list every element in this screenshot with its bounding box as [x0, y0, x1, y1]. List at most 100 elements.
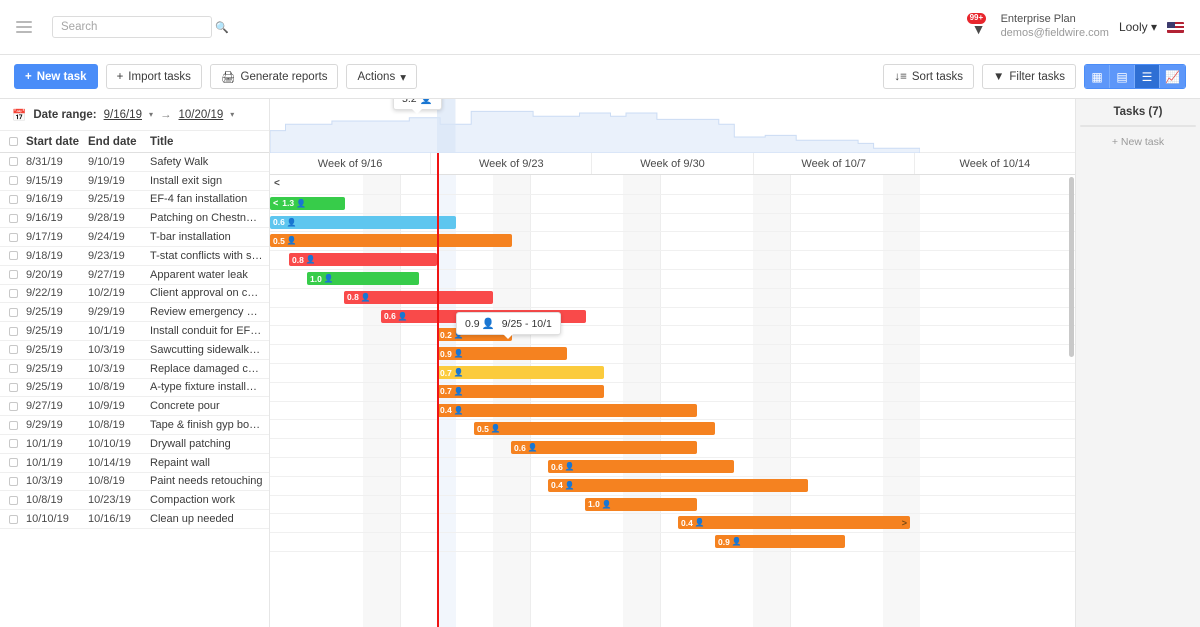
gantt-bar-value: 0.6 — [273, 217, 285, 228]
row-checkbox[interactable] — [0, 420, 26, 430]
column-title[interactable]: Title — [150, 136, 269, 148]
row-checkbox[interactable] — [0, 458, 26, 468]
table-row[interactable]: 9/29/19 10/8/19 Tape & finish gyp board — [0, 416, 269, 435]
gantt-bar[interactable]: 0.9 👤 — [715, 535, 845, 549]
content-area: 📅 Date range: 9/16/19 ▾ → 10/20/19 ▾ Sta… — [0, 99, 1200, 627]
cell-start-date: 8/31/19 — [26, 155, 63, 168]
gantt-bar[interactable]: 1.0 👤 — [585, 497, 697, 511]
gantt-view[interactable]: ☰ — [1135, 65, 1160, 88]
cell-start-date: 9/15/19 — [26, 174, 63, 187]
table-row[interactable]: 10/8/19 10/23/19 Compaction work — [0, 491, 269, 511]
row-checkbox[interactable] — [0, 213, 26, 223]
gantt-bar[interactable]: 0.8 👤 — [344, 290, 493, 304]
table-row[interactable]: 10/3/19 10/8/19 Paint needs retouching — [0, 473, 269, 492]
table-row[interactable]: 9/16/19 9/28/19 Patching on Chestnut Stree… — [0, 209, 269, 229]
row-checkbox[interactable] — [0, 157, 26, 167]
gantt-bar[interactable]: 0.4 👤 > — [678, 516, 910, 530]
table-row[interactable]: 9/25/19 10/3/19 Replace damaged carpet til… — [0, 360, 269, 379]
gantt-row-divider — [270, 551, 1075, 552]
column-end-date[interactable]: End date — [88, 136, 150, 148]
table-row[interactable]: 9/17/19 9/24/19 T-bar installation — [0, 228, 269, 247]
gantt-bar[interactable]: <1.3 👤 — [270, 196, 345, 210]
view-switcher[interactable]: ▦ ▤ ☰ 📈 — [1084, 64, 1186, 89]
gantt-bar[interactable]: 0.7 👤 — [437, 384, 604, 398]
select-all-checkbox[interactable] — [0, 137, 26, 146]
row-checkbox[interactable] — [0, 514, 26, 524]
row-checkbox[interactable] — [0, 270, 26, 280]
person-icon: 👤 — [490, 424, 501, 434]
table-row[interactable]: 9/25/19 10/1/19 Install conduit for EF-4 f… — [0, 322, 269, 341]
row-checkbox[interactable] — [0, 345, 26, 355]
gantt-bar[interactable]: 0.4 👤 — [548, 478, 808, 492]
row-checkbox[interactable] — [0, 194, 26, 204]
search-icon[interactable]: 🔍 — [215, 21, 229, 34]
table-row[interactable]: 9/25/19 10/8/19 A-type fixture installatio… — [0, 379, 269, 398]
gantt-bar[interactable]: 1.0 👤 — [307, 272, 419, 285]
side-new-task-button[interactable]: + New task — [1076, 127, 1200, 157]
table-row[interactable]: 9/25/19 9/29/19 Review emergency egress pl… — [0, 303, 269, 323]
user-menu[interactable]: Looly ▾ — [1119, 20, 1157, 34]
row-checkbox[interactable] — [0, 288, 26, 298]
analytics-view[interactable]: 📈 — [1160, 65, 1185, 88]
new-task-button[interactable]: + New task — [14, 64, 98, 89]
gantt-bar[interactable]: 0.6 👤 — [270, 215, 456, 229]
gantt-bar[interactable]: 0.7 👤 — [437, 366, 604, 379]
table-row[interactable]: 9/25/19 10/3/19 Sawcutting sidewalk in pro… — [0, 341, 269, 360]
date-range-end[interactable]: 10/20/19 — [179, 109, 224, 121]
row-checkbox[interactable] — [0, 382, 26, 392]
row-checkbox[interactable] — [0, 401, 26, 411]
table-row[interactable]: 10/1/19 10/14/19 Repaint wall — [0, 454, 269, 473]
chevron-down-icon[interactable]: ▾ — [149, 110, 153, 119]
notifications[interactable]: ▼ 99+ — [966, 13, 991, 38]
table-row[interactable]: 9/15/19 9/19/19 Install exit sign — [0, 172, 269, 191]
date-range-start[interactable]: 9/16/19 — [104, 109, 142, 121]
gantt-bar[interactable]: 0.6 👤 — [548, 460, 734, 473]
cell-title: Compaction work — [150, 494, 235, 507]
table-row[interactable]: 9/22/19 10/2/19 Client approval on color p… — [0, 285, 269, 304]
table-row[interactable]: 9/27/19 10/9/19 Concrete pour — [0, 397, 269, 417]
column-start-date[interactable]: Start date — [26, 136, 88, 148]
sort-tasks-button[interactable]: ↓≡ Sort tasks — [883, 64, 975, 89]
gantt-bar[interactable]: 0.5 👤 — [474, 422, 715, 436]
gantt-bar-value: 1.0 — [588, 499, 600, 510]
row-checkbox[interactable] — [0, 364, 26, 374]
table-row[interactable]: 9/18/19 9/23/19 T-stat conflicts with shel… — [0, 247, 269, 266]
person-icon: 👤 — [694, 518, 705, 528]
row-checkbox[interactable] — [0, 176, 26, 186]
actions-button[interactable]: Actions ▾ — [346, 64, 417, 89]
gantt-bar[interactable]: 0.9 👤 — [437, 347, 567, 361]
gantt-bar[interactable]: 0.4 👤 — [437, 403, 697, 417]
vertical-scrollbar[interactable] — [1069, 177, 1074, 357]
calendar-view[interactable]: ▤ — [1110, 65, 1135, 88]
menu-toggle-icon[interactable] — [16, 21, 32, 33]
row-checkbox[interactable] — [0, 326, 26, 336]
row-checkbox[interactable] — [0, 476, 26, 486]
actions-label: Actions — [357, 70, 396, 83]
table-row[interactable]: 10/10/19 10/16/19 Clean up needed — [0, 510, 269, 529]
filter-tasks-button[interactable]: ▼ Filter tasks — [982, 64, 1076, 89]
table-row[interactable]: 9/20/19 9/27/19 Apparent water leak — [0, 266, 269, 285]
generate-reports-button[interactable]: 🖨 Generate reports — [209, 64, 339, 89]
us-flag-icon[interactable] — [1167, 21, 1184, 33]
gantt-bar[interactable]: 0.6 👤 — [511, 441, 697, 455]
search-box[interactable]: 🔍 — [52, 16, 229, 38]
cell-end-date: 9/24/19 — [88, 231, 125, 244]
search-input[interactable] — [61, 21, 215, 33]
overflow-left-arrow-icon[interactable]: < — [274, 178, 280, 189]
chevron-down-icon[interactable]: ▾ — [230, 110, 234, 119]
grid-view[interactable]: ▦ — [1085, 65, 1110, 88]
row-checkbox[interactable] — [0, 251, 26, 261]
gantt-bar-value: 0.7 — [440, 367, 452, 378]
row-checkbox[interactable] — [0, 307, 26, 317]
gantt-bar[interactable]: 0.8 👤 — [289, 253, 437, 267]
chevron-down-icon[interactable]: ▾ — [1151, 20, 1157, 34]
table-row[interactable]: 10/1/19 10/10/19 Drywall patching — [0, 435, 269, 454]
import-tasks-button[interactable]: + Import tasks — [105, 64, 202, 89]
table-row[interactable]: 8/31/19 9/10/19 Safety Walk — [0, 153, 269, 172]
cell-end-date: 10/1/19 — [88, 325, 125, 338]
gantt-bar[interactable]: 0.5 👤 — [270, 234, 512, 248]
row-checkbox[interactable] — [0, 495, 26, 505]
row-checkbox[interactable] — [0, 232, 26, 242]
row-checkbox[interactable] — [0, 439, 26, 449]
table-row[interactable]: 9/16/19 9/25/19 EF-4 fan installation — [0, 191, 269, 210]
